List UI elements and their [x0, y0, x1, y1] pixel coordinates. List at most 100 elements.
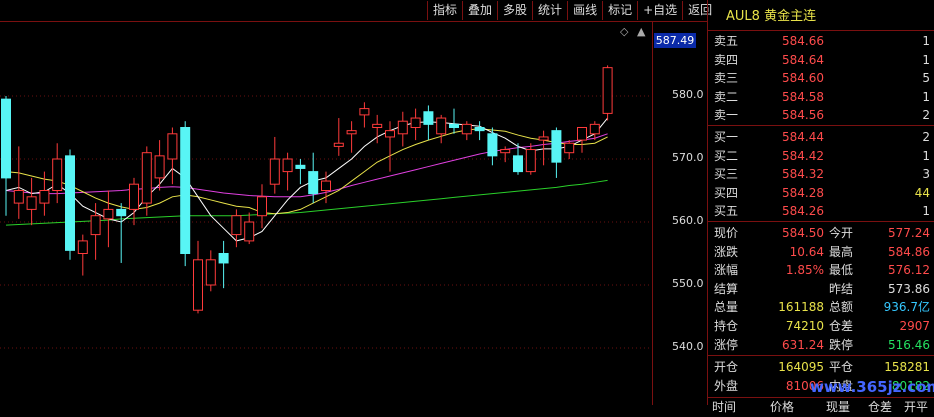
candle-body — [487, 133, 498, 157]
stats-divider — [708, 221, 934, 222]
candle-body — [436, 117, 447, 135]
candle-body — [308, 171, 319, 195]
stats-row[interactable]: 结算 昨结 573.86 — [708, 280, 934, 299]
candle-body — [90, 215, 101, 236]
book-divider — [708, 125, 934, 126]
toolbar-draw-line-button[interactable]: 画线 — [567, 1, 602, 20]
toolbar-overlay-button[interactable]: 叠加 — [462, 1, 497, 20]
stat-value: 2907 — [899, 319, 930, 333]
bid-price: 584.42 — [782, 148, 824, 163]
ask-row[interactable]: 卖二 584.58 1 — [708, 88, 934, 107]
kline-chart[interactable] — [0, 0, 652, 405]
bid-price: 584.32 — [782, 167, 824, 182]
stat-value: 10.64 — [789, 244, 824, 259]
toolbar-mark-button[interactable]: 标记 — [602, 1, 637, 20]
ask-volume: 1 — [922, 34, 930, 48]
stats-row[interactable]: 现价 584.50 今开 577.24 — [708, 224, 934, 243]
bid-level-label: 买三 — [714, 167, 739, 182]
candle-body — [116, 208, 127, 217]
candle-body — [564, 142, 575, 154]
toolbar-statistics-button[interactable]: 统计 — [532, 1, 567, 20]
stats-row[interactable]: 总量 161188 总额 936.7亿 — [708, 298, 934, 317]
ask-volume: 1 — [922, 89, 930, 104]
quote-panel: AUL8 黄金主连 卖五 584.66 1 卖四 584.64 1 卖三 584.60 5 卖二 5… — [708, 0, 934, 414]
kline-chart-area[interactable] — [0, 0, 652, 405]
stats-row[interactable]: 涨停 631.24 跌停 516.46 — [708, 336, 934, 355]
bid-row[interactable]: 买五 584.26 1 — [708, 202, 934, 221]
toolbar-add-watchlist-button[interactable]: +自选 — [637, 1, 682, 20]
stat-value: 1.85% — [785, 263, 824, 278]
toolbar-indicator-button[interactable]: 指标 — [427, 1, 462, 20]
bid-level-label: 买五 — [714, 204, 739, 219]
bid-volume: 1 — [922, 148, 930, 163]
candle-body — [1, 98, 11, 179]
candle-body — [500, 149, 511, 154]
bid-row[interactable]: 买四 584.28 44 — [708, 184, 934, 203]
price-axis-label: 580.0 — [672, 88, 704, 101]
instrument-title[interactable]: AUL8 黄金主连 — [726, 5, 816, 24]
candle-body — [39, 190, 50, 204]
candle-body — [129, 183, 139, 210]
ask-row[interactable]: 卖一 584.56 2 — [708, 106, 934, 125]
candle-body — [180, 127, 191, 254]
candle-body — [103, 208, 114, 220]
candle-body — [359, 108, 370, 116]
ask-price: 584.66 — [782, 34, 824, 48]
ask-row[interactable]: 卖四 584.64 1 — [708, 51, 934, 70]
candle-body — [538, 136, 549, 141]
ask-row[interactable]: 卖三 584.60 5 — [708, 69, 934, 88]
candle-body — [333, 142, 344, 147]
instrument-name: 黄金主连 — [764, 9, 817, 24]
ask-volume: 1 — [922, 52, 930, 67]
candle-body — [26, 196, 37, 210]
ask-level-label: 卖四 — [714, 52, 739, 67]
candle-body — [461, 123, 472, 135]
stats-row[interactable]: 涨幅 1.85% 最低 576.12 — [708, 261, 934, 280]
ask-price: 584.58 — [782, 89, 824, 104]
candle-body — [141, 152, 152, 204]
candle-body — [589, 123, 600, 135]
candle-body — [167, 133, 178, 160]
ask-row[interactable]: 卖五 584.66 1 — [708, 32, 934, 51]
stats-row[interactable]: 涨跌 10.64 最高 584.86 — [708, 243, 934, 262]
price-axis-label: 550.0 — [672, 277, 704, 290]
candle-body — [385, 130, 395, 138]
price-axis-divider — [652, 21, 653, 405]
candle-body — [602, 67, 613, 114]
stat-value: 576.12 — [888, 263, 930, 278]
candle-body — [244, 221, 255, 242]
ask-price: 584.60 — [782, 71, 824, 86]
open-close-row[interactable]: 开仓 164095 平仓 158281 — [708, 358, 934, 377]
tick-header-cell: 开平 — [904, 400, 929, 414]
bid-volume: 3 — [922, 167, 930, 182]
stat-value: 516.46 — [888, 337, 930, 352]
ask-price: 584.56 — [782, 108, 824, 123]
candle-body — [577, 127, 587, 141]
diamond-icon[interactable]: ◇ — [620, 25, 628, 38]
candle-body — [525, 149, 536, 173]
bid-volume: 44 — [914, 185, 930, 200]
candle-body — [218, 253, 229, 264]
bid-row[interactable]: 买二 584.42 1 — [708, 147, 934, 166]
candle-body — [154, 155, 165, 179]
ask-level-label: 卖五 — [714, 34, 739, 48]
up-arrow-icon[interactable]: ▲ — [637, 25, 645, 38]
stat-value: 158281 — [884, 360, 930, 374]
candle-body — [372, 123, 383, 128]
tick-header-cell: 仓差 — [868, 400, 893, 414]
toolbar-multi-stock-button[interactable]: 多股 — [497, 1, 532, 20]
candle-body — [295, 164, 306, 169]
ask-volume: 2 — [922, 108, 930, 123]
candle-body — [346, 130, 357, 135]
stat-value: 936.7亿 — [883, 300, 930, 315]
candle-body — [449, 123, 459, 128]
bid-level-label: 买四 — [714, 185, 739, 200]
candle-body — [231, 215, 242, 236]
bid-row[interactable]: 买三 584.32 3 — [708, 165, 934, 184]
stats-row[interactable]: 持仓 74210 仓差 2907 — [708, 317, 934, 336]
price-axis-label: 570.0 — [672, 151, 704, 164]
candle-body — [282, 158, 293, 173]
tick-header-row[interactable]: 时间 价格 现量 仓差 开平 — [708, 398, 934, 417]
candle-body — [410, 117, 421, 129]
bid-row[interactable]: 买一 584.44 2 — [708, 128, 934, 147]
